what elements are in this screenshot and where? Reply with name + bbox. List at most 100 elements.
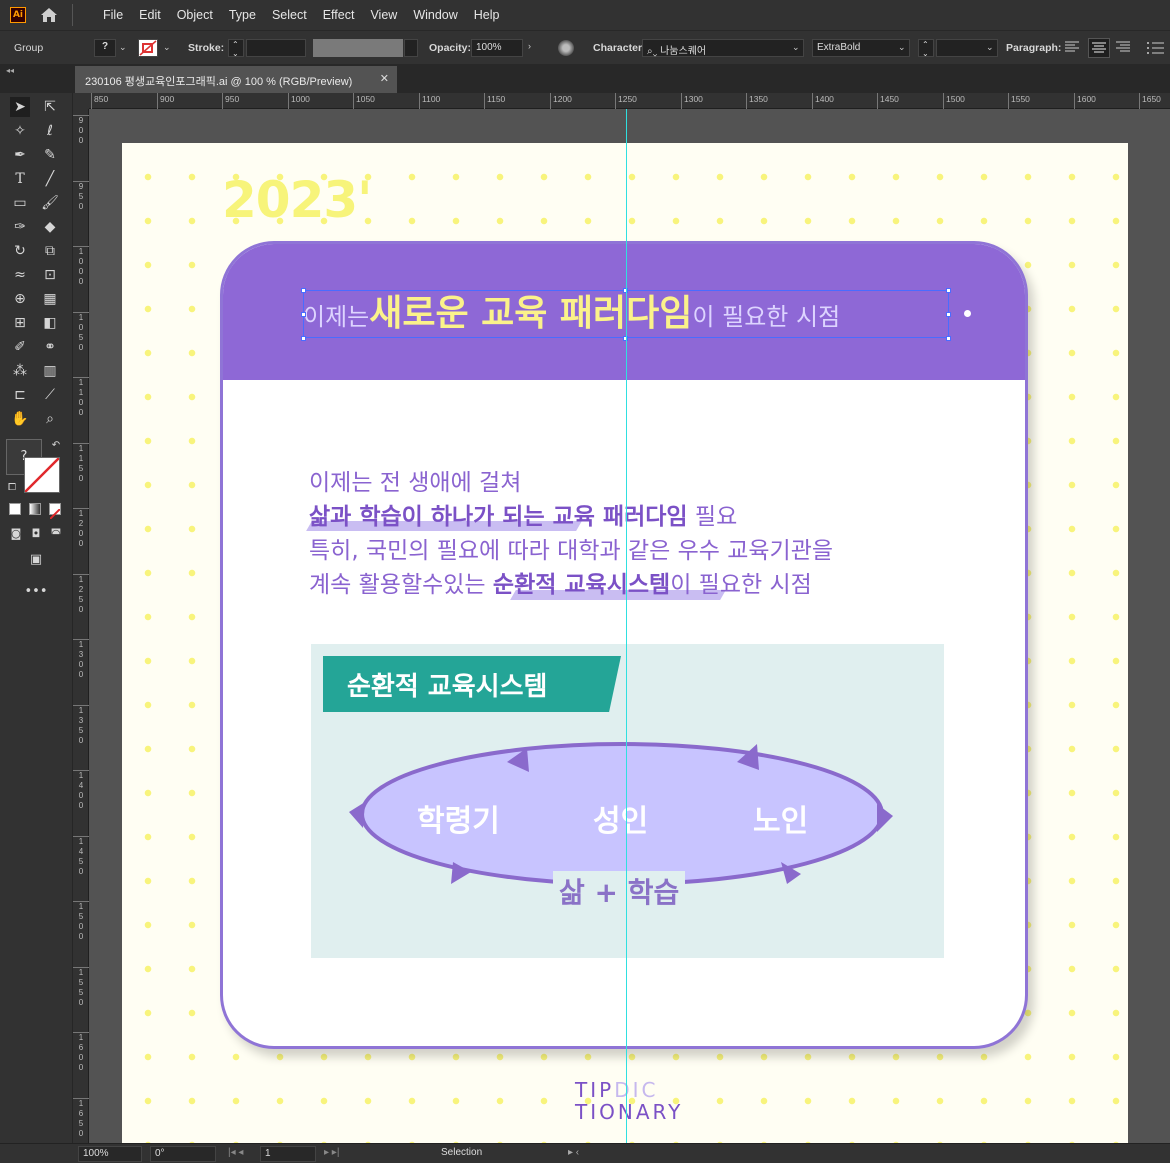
- rotate-tool-icon[interactable]: ↻: [10, 241, 30, 261]
- magic-wand-tool-icon[interactable]: ✧: [10, 121, 30, 141]
- year-heading[interactable]: 2023': [222, 171, 372, 229]
- edit-toolbar-icon[interactable]: •••: [25, 581, 48, 601]
- selection-tool-icon[interactable]: ➤: [10, 97, 30, 117]
- swap-colors-icon[interactable]: ↶: [46, 435, 66, 455]
- opacity-field[interactable]: 100%: [471, 39, 523, 57]
- gradient-tool-icon[interactable]: ◧: [40, 313, 60, 333]
- font-size-chevron-icon[interactable]: ⌄: [986, 42, 994, 53]
- draw-normal-icon[interactable]: ◙: [6, 523, 26, 543]
- shape-builder-tool-icon[interactable]: ⊕: [10, 289, 30, 309]
- selection-handle[interactable]: [946, 336, 951, 341]
- menu-object[interactable]: Object: [169, 8, 221, 22]
- artboard-tool-icon[interactable]: ⊏: [10, 385, 30, 405]
- stroke-swatch[interactable]: [138, 39, 158, 57]
- zoom-field[interactable]: 100%: [78, 1146, 142, 1162]
- fill-chevron-icon[interactable]: ⌄: [119, 42, 127, 53]
- system-diagram-box[interactable]: 순환적 교육시스템 학령기 성인 노인 삶 + 학습: [311, 644, 944, 958]
- variable-width-profile[interactable]: [313, 39, 403, 57]
- ruler-corner[interactable]: [73, 93, 89, 109]
- zoom-tool-icon[interactable]: ⌕: [40, 409, 60, 429]
- more-options-icon[interactable]: [1146, 40, 1166, 56]
- stroke-stepper[interactable]: ⌃ ⌄: [228, 39, 244, 58]
- menu-select[interactable]: Select: [264, 8, 315, 22]
- perspective-grid-tool-icon[interactable]: ▦: [40, 289, 60, 309]
- font-style-chevron-icon[interactable]: ⌄: [898, 42, 906, 53]
- font-family-chevron-icon[interactable]: ⌄: [792, 42, 800, 53]
- card-header[interactable]: 이제는새로운 교육 패러다임이 필요한 시점: [223, 244, 1025, 380]
- menu-edit[interactable]: Edit: [131, 8, 169, 22]
- selection-handle[interactable]: [301, 312, 306, 317]
- draw-inside-icon[interactable]: ◚: [46, 523, 66, 543]
- vertical-guide[interactable]: [626, 109, 627, 1143]
- brand-logo[interactable]: TIPDIC TIONARY: [575, 1079, 683, 1123]
- color-mode-icon[interactable]: [9, 503, 21, 515]
- free-transform-tool-icon[interactable]: ⊡: [40, 265, 60, 285]
- stroke-color-box[interactable]: [24, 457, 60, 493]
- menu-window[interactable]: Window: [405, 8, 465, 22]
- gradient-mode-icon[interactable]: [29, 503, 41, 515]
- canvas-area[interactable]: 2023' 이제는새로운 교육 패러다임이 필요한 시점 이제는 전 생애에 걸…: [89, 109, 1170, 1143]
- menu-view[interactable]: View: [362, 8, 405, 22]
- align-left-icon[interactable]: [1064, 40, 1082, 56]
- infographic-card[interactable]: 이제는새로운 교육 패러다임이 필요한 시점 이제는 전 생애에 걸쳐 삶과 학…: [220, 241, 1028, 1049]
- recolor-icon[interactable]: [558, 40, 574, 56]
- opacity-arrow-icon[interactable]: ›: [528, 41, 531, 51]
- text-out-port[interactable]: [964, 310, 971, 317]
- status-arrows-icon[interactable]: ▸ ‹: [568, 1147, 579, 1158]
- default-colors-icon[interactable]: ⧠: [2, 477, 22, 497]
- font-size-stepper[interactable]: ⌃ ⌄: [918, 39, 934, 58]
- pen-tool-icon[interactable]: ✒: [10, 145, 30, 165]
- none-mode-icon[interactable]: [49, 503, 61, 520]
- home-icon[interactable]: [40, 7, 58, 23]
- next-artboard-icon[interactable]: ▸ ▸|: [324, 1147, 339, 1158]
- stroke-chevron-icon[interactable]: ⌄: [163, 42, 171, 53]
- stroke-weight-field[interactable]: [246, 39, 306, 57]
- hand-tool-icon[interactable]: ✋: [10, 409, 30, 429]
- curvature-tool-icon[interactable]: ✎: [40, 145, 60, 165]
- document-tab[interactable]: 230106 평생교육인포그래픽.ai @ 100 % (RGB/Preview…: [75, 66, 397, 93]
- font-family-field[interactable]: ⌕⌄ 나눔스퀘어: [642, 39, 804, 57]
- type-tool-icon[interactable]: T: [10, 169, 30, 189]
- rectangle-tool-icon[interactable]: ▭: [10, 193, 30, 213]
- eraser-tool-icon[interactable]: ◆: [40, 217, 60, 237]
- artboard-number-field[interactable]: 1: [260, 1146, 316, 1162]
- selection-handle[interactable]: [301, 288, 306, 293]
- mesh-tool-icon[interactable]: ⊞: [10, 313, 30, 333]
- menu-type[interactable]: Type: [221, 8, 264, 22]
- menu-help[interactable]: Help: [466, 8, 508, 22]
- artboard[interactable]: 2023' 이제는새로운 교육 패러다임이 필요한 시점 이제는 전 생애에 걸…: [122, 143, 1128, 1143]
- vertical-ruler[interactable]: 900 950 1000 1050 1100 1150 1200 1250 13…: [73, 109, 89, 1143]
- screen-mode-icon[interactable]: ▣: [26, 549, 46, 569]
- align-right-icon[interactable]: [1115, 40, 1133, 56]
- warp-tool-icon[interactable]: ≈: [10, 265, 30, 285]
- first-artboard-icon[interactable]: |◂ ◂: [228, 1147, 243, 1158]
- brand-dic: DIC: [614, 1078, 659, 1102]
- eyedropper-tool-icon[interactable]: ✐: [10, 337, 30, 357]
- selection-handle[interactable]: [946, 312, 951, 317]
- fill-swatch[interactable]: ?: [94, 39, 116, 57]
- collapse-panels-icon[interactable]: ◂◂: [6, 66, 14, 75]
- profile-chevron-icon[interactable]: [404, 39, 418, 57]
- slice-tool-icon[interactable]: ⟋: [40, 385, 60, 405]
- lasso-tool-icon[interactable]: ℓ: [40, 121, 60, 141]
- scale-tool-icon[interactable]: ⧉: [40, 241, 60, 261]
- selection-handle[interactable]: [301, 336, 306, 341]
- tools-panel: ➤ ⇱ ✧ ℓ ✒ ✎ T ╱ ▭ 🖌 ✑ ◆ ↻ ⧉ ≈ ⊡ ⊕ ▦ ⊞ ◧ …: [0, 93, 73, 1143]
- column-graph-tool-icon[interactable]: ▥: [40, 361, 60, 381]
- align-center-icon[interactable]: [1088, 38, 1110, 58]
- body-text[interactable]: 이제는 전 생애에 걸쳐 삶과 학습이 하나가 되는 교육 패러다임 필요 특히…: [309, 466, 833, 602]
- selection-handle[interactable]: [946, 288, 951, 293]
- horizontal-ruler[interactable]: 850 900 950 1000 1050 1100 1150 1200 125…: [89, 93, 1170, 109]
- blend-tool-icon[interactable]: ⚭: [40, 337, 60, 357]
- paintbrush-tool-icon[interactable]: 🖌: [40, 193, 60, 213]
- font-style-field[interactable]: ExtraBold: [812, 39, 910, 57]
- shaper-tool-icon[interactable]: ✑: [10, 217, 30, 237]
- close-icon[interactable]: ✕: [380, 72, 389, 85]
- rotation-field[interactable]: 0°: [150, 1146, 216, 1162]
- line-tool-icon[interactable]: ╱: [40, 169, 60, 189]
- menu-effect[interactable]: Effect: [315, 8, 363, 22]
- menu-file[interactable]: File: [95, 8, 131, 22]
- symbol-sprayer-tool-icon[interactable]: ⁂: [10, 361, 30, 381]
- draw-behind-icon[interactable]: ◘: [26, 523, 46, 543]
- direct-selection-tool-icon[interactable]: ⇱: [40, 97, 60, 117]
